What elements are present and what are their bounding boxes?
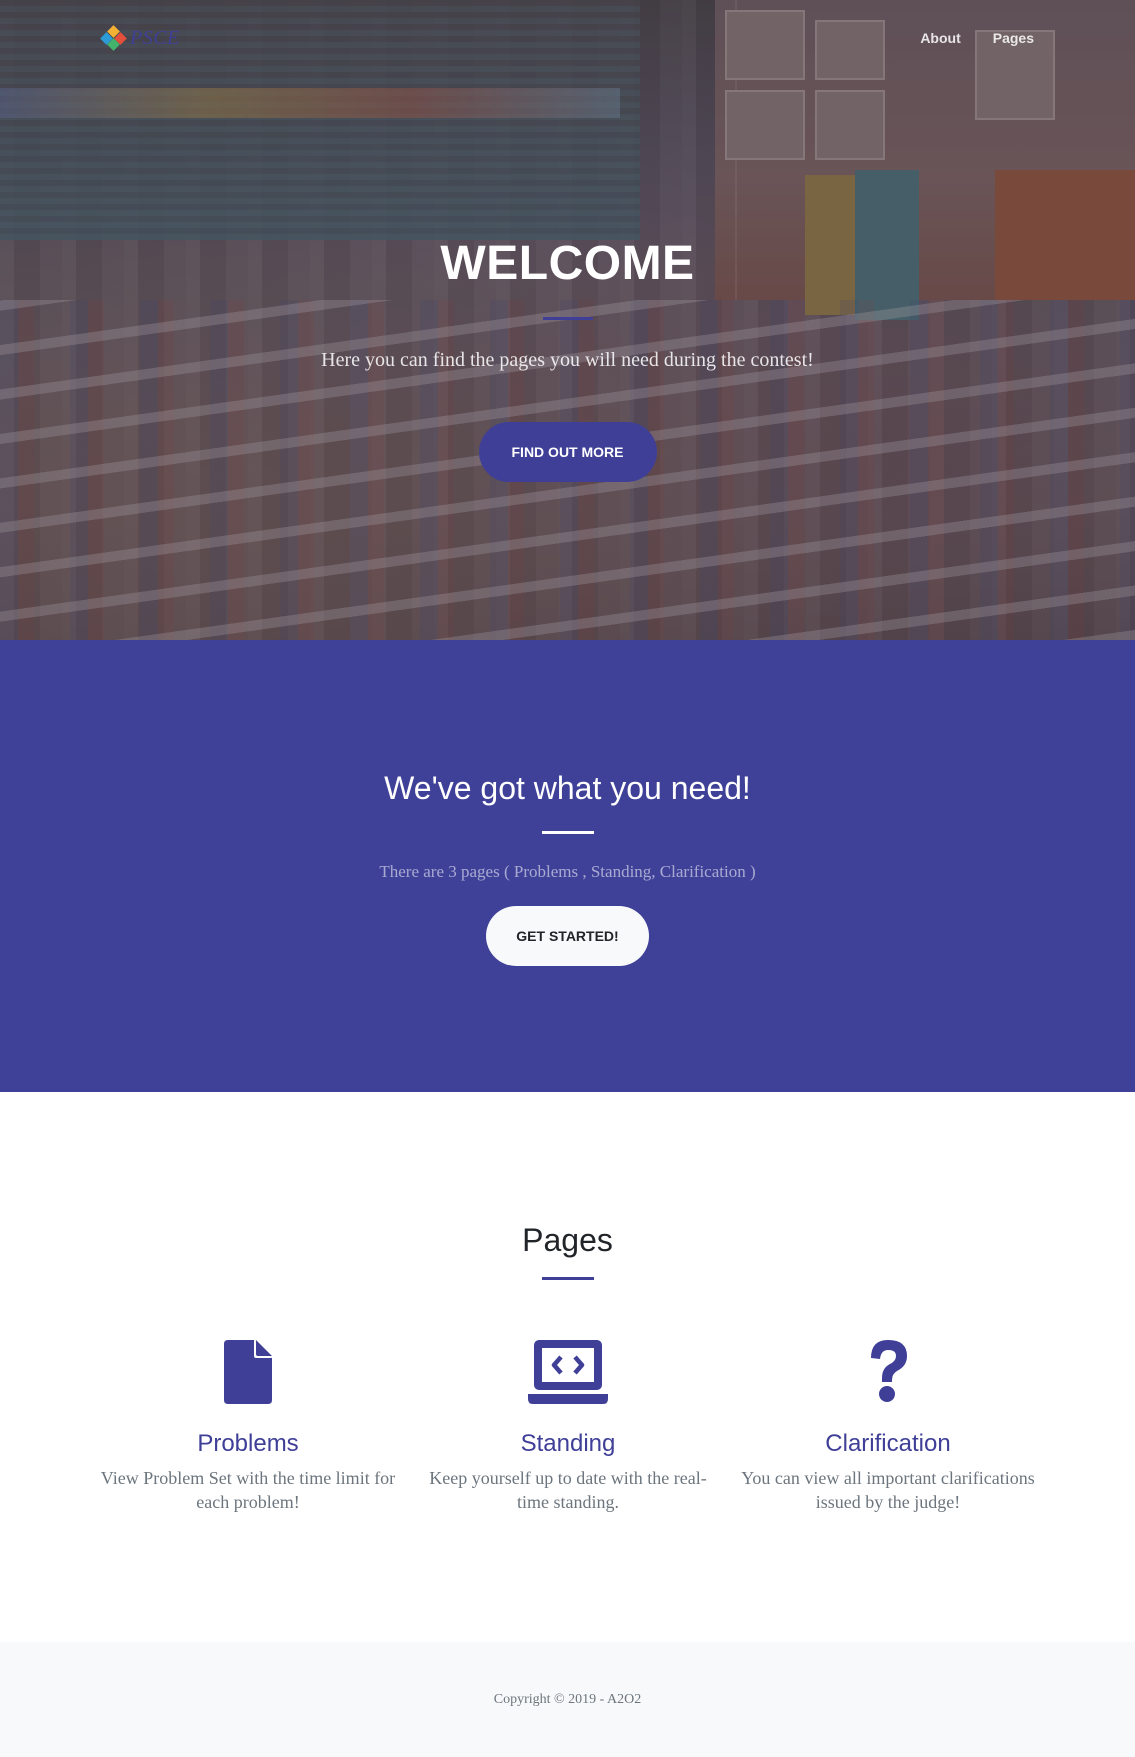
pages-section: Pages Problems View Problem Set with the… — [0, 1092, 1135, 1642]
pages-list: Problems View Problem Set with the time … — [88, 1336, 1048, 1514]
hero-section: PSCE About Pages WELCOME Here you can fi… — [0, 0, 1135, 640]
about-divider — [541, 831, 594, 834]
question-icon — [871, 1340, 907, 1402]
hero-subtitle: Here you can find the pages you will nee… — [321, 349, 814, 371]
brand-name: PSCE — [130, 26, 180, 49]
about-text: There are 3 pages ( Problems , Standing,… — [379, 862, 756, 881]
pages-title: Pages — [522, 1222, 613, 1258]
brand-logo-icon — [100, 25, 127, 51]
page-card-description: Keep yourself up to date with the real-t… — [429, 1468, 707, 1512]
pages-divider — [541, 1277, 594, 1280]
nav-links: About Pages — [920, 30, 1034, 46]
page-card-description: View Problem Set with the time limit for… — [100, 1468, 396, 1512]
page-card-standing: Standing Keep yourself up to date with t… — [408, 1336, 728, 1514]
get-started-button[interactable]: GET STARTED! — [486, 906, 649, 966]
page-card-problems: Problems View Problem Set with the time … — [88, 1336, 408, 1514]
hero-title: WELCOME — [440, 237, 695, 290]
hero-divider — [542, 317, 593, 320]
file-icon — [224, 1340, 272, 1404]
about-section: We've got what you need! There are 3 pag… — [0, 640, 1135, 1092]
brand-link[interactable]: PSCE — [100, 25, 180, 51]
page-card-title[interactable]: Problems — [197, 1430, 298, 1458]
nav-link-about[interactable]: About — [920, 30, 960, 46]
find-out-more-button[interactable]: FIND OUT MORE — [478, 422, 657, 482]
about-title: We've got what you need! — [384, 770, 751, 806]
page-card-clarification: Clarification You can view all important… — [728, 1336, 1048, 1514]
page-card-title[interactable]: Clarification — [825, 1430, 950, 1458]
main-nav: PSCE About Pages — [0, 0, 1135, 76]
hero-content: WELCOME Here you can find the pages you … — [0, 0, 1135, 640]
page-card-description: You can view all important clarification… — [741, 1468, 1035, 1512]
laptop-code-icon — [528, 1340, 608, 1404]
footer: Copyright © 2019 - A2O2 — [0, 1642, 1135, 1757]
copyright-text: Copyright © 2019 - A2O2 — [493, 1691, 642, 1707]
nav-link-pages[interactable]: Pages — [993, 30, 1034, 46]
page-card-title[interactable]: Standing — [521, 1430, 616, 1458]
